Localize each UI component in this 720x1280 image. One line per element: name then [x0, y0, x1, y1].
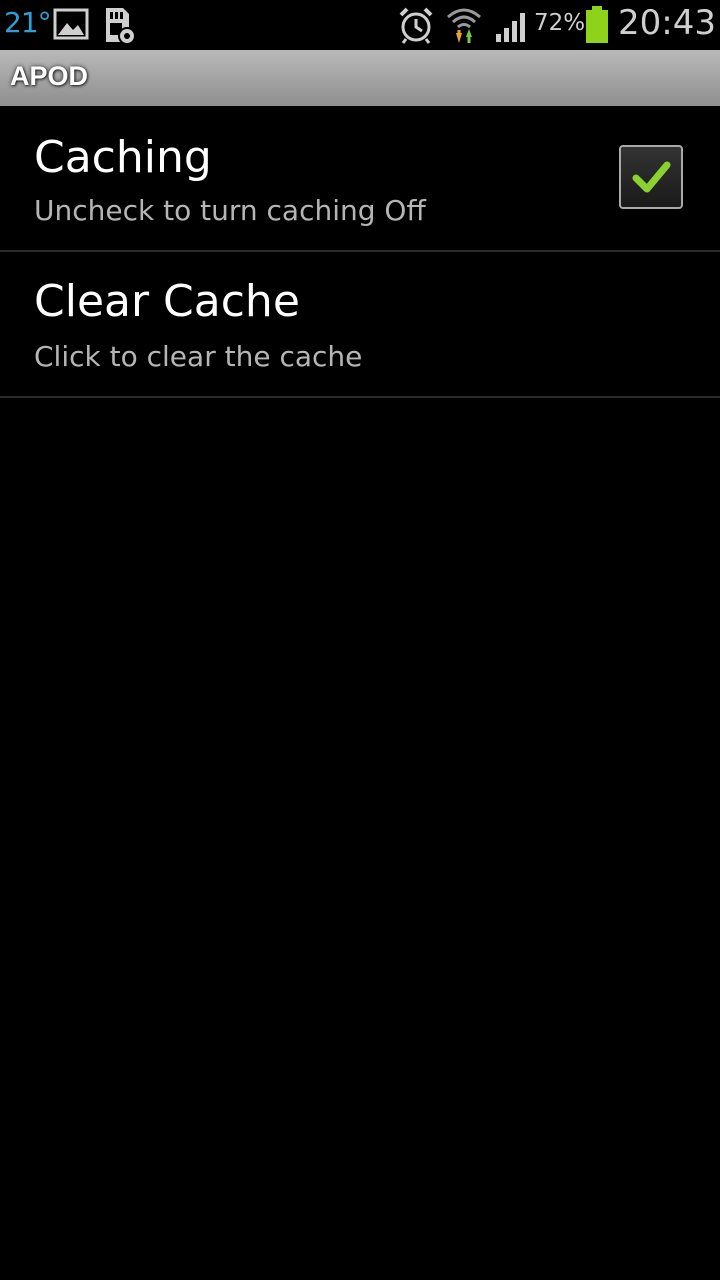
signal-icon — [496, 13, 525, 42]
alarm-icon — [399, 7, 433, 44]
clock-text: 20:43 — [618, 3, 716, 43]
clear-cache-summary: Click to clear the cache — [34, 340, 363, 373]
caching-summary: Uncheck to turn caching Off — [34, 194, 426, 227]
image-icon — [53, 8, 89, 40]
clear-cache-preference[interactable]: Clear Cache Click to clear the cache — [0, 252, 720, 396]
sd-card-settings-icon — [106, 8, 136, 45]
caching-preference[interactable]: Caching Uncheck to turn caching Off — [0, 106, 720, 250]
wifi-icon — [447, 8, 481, 43]
caching-checkbox[interactable] — [619, 145, 683, 209]
battery-percent-text: 72% — [534, 10, 586, 36]
temperature-text: 21° — [4, 6, 52, 39]
app-title-bar: APOD — [0, 50, 720, 106]
status-bar: 21° 72% 20:43 — [0, 0, 720, 50]
clear-cache-title: Clear Cache — [34, 276, 300, 327]
battery-icon — [586, 6, 608, 43]
divider — [0, 396, 720, 398]
checkmark-icon — [632, 161, 671, 193]
caching-title: Caching — [34, 132, 212, 183]
app-title: APOD — [10, 61, 89, 91]
